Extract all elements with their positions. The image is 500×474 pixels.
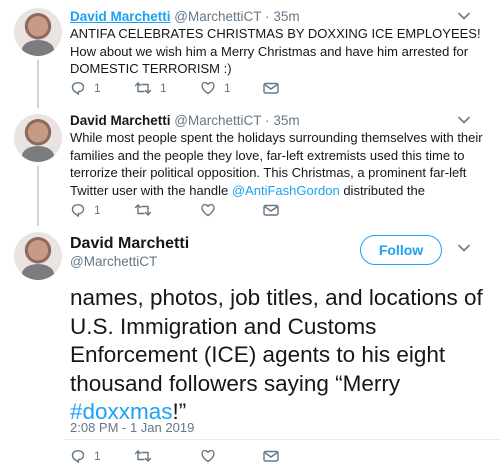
tweet-text-part: distributed the xyxy=(339,182,425,198)
reply-button[interactable]: 1 xyxy=(70,448,101,464)
chevron-down-icon[interactable] xyxy=(457,113,471,127)
heart-icon xyxy=(201,449,215,463)
mention-link[interactable]: @AntiFashGordon xyxy=(232,183,340,198)
like-count: 1 xyxy=(224,81,231,95)
tweet-header: David Marchetti @MarchettiCT · 35m xyxy=(70,112,300,129)
reply-icon xyxy=(71,450,85,463)
author-handle[interactable]: @MarchettiCT xyxy=(70,254,157,269)
reply-count: 1 xyxy=(94,81,101,95)
tweet-time[interactable]: 35m xyxy=(273,113,299,128)
avatar[interactable] xyxy=(14,114,62,162)
divider xyxy=(64,439,500,440)
heart-icon xyxy=(201,203,215,217)
author-handle[interactable]: @MarchettiCT xyxy=(174,113,261,128)
avatar[interactable] xyxy=(14,8,62,56)
tweet-header: David Marchetti @MarchettiCT · 35m xyxy=(70,8,300,25)
tweet-1[interactable]: David Marchetti @MarchettiCT · 35m ANTIF… xyxy=(0,0,500,108)
retweet-icon xyxy=(134,204,152,216)
tweet-2[interactable]: David Marchetti @MarchettiCT · 35m While… xyxy=(0,108,500,226)
retweet-button[interactable] xyxy=(134,448,160,464)
reply-button[interactable]: 1 xyxy=(70,80,101,96)
retweet-icon xyxy=(134,82,152,94)
tweet-3-focused[interactable]: David Marchetti @MarchettiCT Follow name… xyxy=(0,226,500,474)
tweet-actions: 1 xyxy=(70,202,390,222)
dm-button[interactable] xyxy=(262,80,280,96)
reply-icon xyxy=(71,82,85,95)
retweet-button[interactable]: 1 xyxy=(134,80,167,96)
author-name[interactable]: David Marchetti xyxy=(70,9,171,24)
like-button[interactable] xyxy=(200,448,224,464)
tweet-time[interactable]: 35m xyxy=(273,9,299,24)
like-button[interactable] xyxy=(200,202,224,218)
heart-icon xyxy=(201,81,215,95)
author-name[interactable]: David Marchetti xyxy=(70,113,171,128)
dm-button[interactable] xyxy=(262,202,280,218)
reply-count: 1 xyxy=(94,449,101,463)
tweet-text-part: names, photos, job titles, and locations… xyxy=(70,285,483,396)
tweet-actions: 1 xyxy=(70,448,390,468)
tweet-timestamp[interactable]: 2:08 PM - 1 Jan 2019 xyxy=(70,420,194,435)
reply-button[interactable]: 1 xyxy=(70,202,101,218)
envelope-icon xyxy=(263,204,279,216)
like-button[interactable]: 1 xyxy=(200,80,231,96)
envelope-icon xyxy=(263,82,279,94)
retweet-button[interactable] xyxy=(134,202,160,218)
tweet-text: ANTIFA CELEBRATES CHRISTMAS BY DOXXING I… xyxy=(70,26,481,77)
tweet-actions: 1 1 1 xyxy=(70,80,390,100)
chevron-down-icon[interactable] xyxy=(457,241,471,255)
retweet-icon xyxy=(134,450,152,462)
dm-button[interactable] xyxy=(262,448,280,464)
separator-dot: · xyxy=(265,9,270,24)
follow-button[interactable]: Follow xyxy=(360,235,442,265)
avatar[interactable] xyxy=(14,232,62,280)
envelope-icon xyxy=(263,450,279,462)
retweet-count: 1 xyxy=(160,81,167,95)
chevron-down-icon[interactable] xyxy=(457,9,471,23)
reply-icon xyxy=(71,204,85,217)
thread-connector xyxy=(37,60,39,108)
tweet-text: While most people spent the holidays sur… xyxy=(70,129,490,199)
separator-dot: · xyxy=(265,113,270,128)
author-name[interactable]: David Marchetti xyxy=(70,235,189,253)
author-handle[interactable]: @MarchettiCT xyxy=(174,9,261,24)
thread-connector xyxy=(37,166,39,226)
tweet-text: names, photos, job titles, and locations… xyxy=(70,284,490,427)
reply-count: 1 xyxy=(94,203,101,217)
